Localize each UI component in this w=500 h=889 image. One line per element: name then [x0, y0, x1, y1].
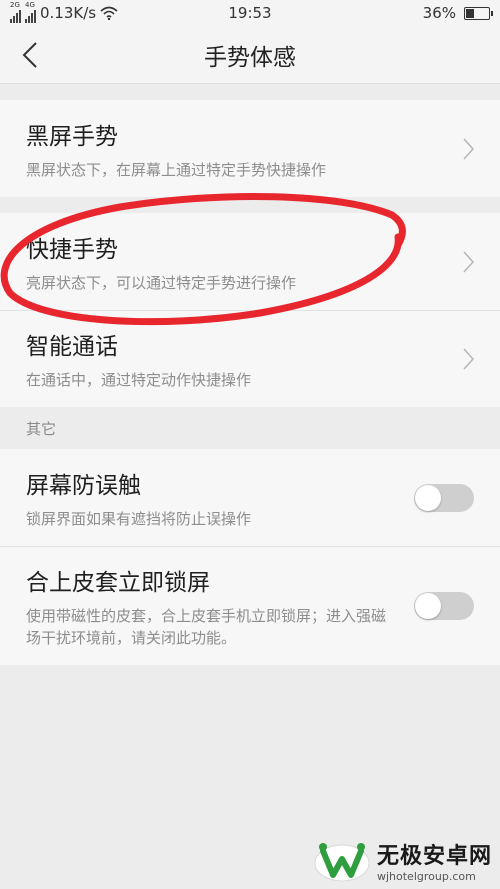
status-bar: 2G 4G 0.13K/s 19:53 36% [0, 0, 500, 26]
chevron-right-icon [463, 250, 474, 273]
setting-subtitle: 黑屏状态下，在屏幕上通过特定手势快捷操作 [26, 160, 327, 179]
setting-row-anti-touch[interactable]: 屏幕防误触 锁屏界面如果有遮挡将防止误操作 [0, 449, 500, 547]
setting-subtitle: 使用带磁性的皮套，合上皮套手机立即锁屏；进入强磁场干扰环境前，请关闭此功能。 [26, 607, 387, 647]
settings-group-gestures-off: 黑屏手势 黑屏状态下，在屏幕上通过特定手势快捷操作 [0, 100, 500, 197]
setting-title: 屏幕防误触 [26, 472, 141, 499]
app-bar: 手势体感 [0, 26, 500, 84]
setting-row-smart-call[interactable]: 智能通话 在通话中，通过特定动作快捷操作 [0, 311, 500, 407]
settings-group-gestures: 快捷手势 亮屏状态下，可以通过特定手势进行操作 智能通话 在通话中，通过特定动作… [0, 213, 500, 407]
chevron-right-icon [463, 348, 474, 370]
setting-title: 智能通话 [26, 334, 118, 360]
page-title: 手势体感 [204, 44, 296, 71]
setting-title: 黑屏手势 [26, 123, 118, 150]
chevron-right-icon [463, 137, 474, 160]
setting-subtitle: 锁屏界面如果有遮挡将防止误操作 [26, 509, 252, 528]
watermark-logo-icon [314, 843, 370, 882]
setting-subtitle: 在通话中，通过特定动作快捷操作 [26, 371, 252, 389]
setting-subtitle: 亮屏状态下，可以通过特定手势进行操作 [26, 273, 297, 292]
back-button[interactable] [0, 26, 60, 84]
setting-title: 合上皮套立即锁屏 [26, 570, 210, 596]
setting-row-quick-gesture[interactable]: 快捷手势 亮屏状态下，可以通过特定手势进行操作 [0, 213, 500, 311]
setting-row-blackscreen-gesture[interactable]: 黑屏手势 黑屏状态下，在屏幕上通过特定手势快捷操作 [0, 100, 500, 197]
watermark-name: 无极安卓网 [376, 843, 492, 869]
section-label-other: 其它 [26, 419, 57, 438]
watermark: 无极安卓网 wjhotelgroup.com [313, 837, 492, 883]
clock: 19:53 [228, 4, 272, 22]
chevron-left-icon [22, 41, 37, 68]
cover-lock-toggle[interactable] [414, 592, 474, 620]
watermark-url: wjhotelgroup.com [376, 869, 476, 883]
anti-touch-toggle[interactable] [414, 483, 474, 512]
setting-title: 快捷手势 [26, 236, 118, 263]
setting-row-cover-lock[interactable]: 合上皮套立即锁屏 使用带磁性的皮套，合上皮套手机立即锁屏；进入强磁场干扰环境前，… [0, 547, 500, 665]
battery-icon [464, 6, 493, 20]
settings-group-other: 屏幕防误触 锁屏界面如果有遮挡将防止误操作 合上皮套立即锁屏 使用带磁性的皮套，… [0, 449, 500, 665]
